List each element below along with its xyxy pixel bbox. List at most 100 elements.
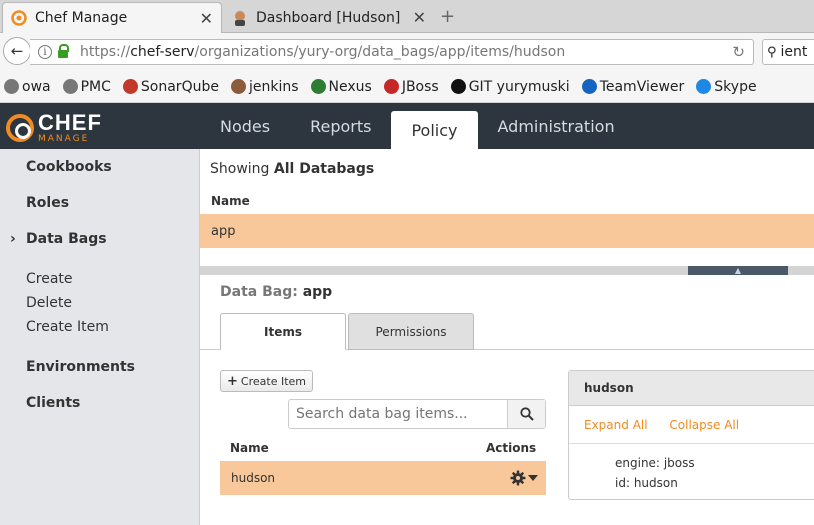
browser-tab-strip: Chef Manage ✕ Dashboard [Hudson] ✕ + [0, 0, 814, 33]
bookmark-item[interactable]: jenkins [230, 78, 299, 95]
nav-administration[interactable]: Administration [478, 103, 635, 149]
search-button[interactable] [507, 400, 545, 428]
showing-label: Showing All Databags [210, 161, 375, 177]
bookmark-label: SonarQube [140, 78, 219, 95]
sidebar-item-clients[interactable]: Clients [26, 395, 80, 411]
actions-menu[interactable] [510, 470, 538, 486]
browser-tab-chef-manage[interactable]: Chef Manage ✕ [2, 2, 222, 33]
item-detail-title: hudson [569, 371, 814, 406]
person-icon [122, 79, 138, 94]
bookmark-label: Nexus [328, 78, 372, 95]
info-icon[interactable]: i [38, 45, 52, 59]
tab-title: Dashboard [Hudson] [256, 9, 401, 26]
bookmark-item[interactable]: GIT yurymuski [450, 78, 570, 95]
address-bar[interactable]: i https://chef-serv/organizations/yury-o… [30, 39, 754, 65]
globe-icon [62, 79, 78, 94]
create-item-label: Create Item [240, 374, 306, 388]
bookmark-label: TeamViewer [599, 78, 685, 95]
bookmark-label: jenkins [248, 78, 299, 95]
sidebar-item-data-bags[interactable]: › Data Bags [10, 231, 107, 247]
bookmark-item[interactable]: SonarQube [122, 78, 219, 95]
chef-favicon-icon [11, 10, 27, 26]
logo-subtext: MANAGE [38, 134, 90, 144]
search-icon [519, 407, 534, 421]
chef-header: CHEF MANAGE Nodes Reports Policy Adminis… [0, 103, 814, 149]
item-search [288, 399, 546, 429]
gear-icon [510, 470, 526, 486]
bookmark-label: GIT yurymuski [468, 78, 570, 95]
expand-collapse-links: Expand All Collapse All [584, 418, 757, 432]
pane-splitter[interactable]: ▲ [200, 266, 814, 275]
bookmarks-toolbar: owa PMC SonarQube jenkins Nexus JBoss GIT yury… [0, 71, 814, 103]
teamviewer-icon [581, 79, 597, 94]
sidebar-item-roles[interactable]: Roles [26, 195, 69, 211]
expand-all-link[interactable]: Expand All [584, 418, 648, 432]
tab-title: Chef Manage [35, 10, 128, 26]
close-tab-icon[interactable]: ✕ [200, 9, 213, 28]
nexus-icon [310, 79, 326, 94]
chevron-right-icon: › [10, 231, 16, 247]
databag-title: Data Bag: app [220, 284, 333, 300]
field-engine: engine: jboss [615, 456, 695, 470]
bookmark-label: PMC [80, 78, 111, 95]
bookmark-item[interactable]: PMC [62, 78, 111, 95]
plus-icon: + [227, 373, 238, 389]
bookmark-item[interactable]: Nexus [310, 78, 372, 95]
bookmark-label: JBoss [401, 78, 439, 95]
databag-name: app [211, 223, 236, 239]
bookmark-item[interactable]: Skype [696, 78, 757, 95]
search-icon: ⚲ [767, 44, 777, 60]
jenkins-icon [230, 79, 246, 94]
bookmark-label: owa [22, 78, 51, 95]
main-content: Showing All Databags Name app ▲ Data Bag… [200, 149, 814, 525]
hudson-favicon-icon [235, 10, 245, 26]
sidebar: Cookbooks Roles › Data Bags Create Delet… [0, 149, 200, 525]
bookmark-item[interactable]: JBoss [383, 78, 439, 95]
sidebar-subitem-delete[interactable]: Delete [26, 295, 72, 311]
bookmark-label: Skype [714, 78, 757, 95]
item-name: hudson [231, 471, 276, 485]
globe-icon [4, 79, 19, 94]
chef-manage-logo[interactable]: CHEF MANAGE [6, 112, 102, 144]
browser-search-text: ient [780, 44, 808, 60]
create-item-button[interactable]: + Create Item [220, 370, 313, 392]
items-column-name: Name [230, 441, 269, 455]
browser-search-box[interactable]: ⚲ ient [762, 39, 814, 65]
lock-icon [58, 44, 69, 58]
new-tab-icon[interactable]: + [440, 6, 455, 27]
bookmark-item[interactable]: TeamViewer [581, 78, 685, 95]
jboss-icon [383, 79, 399, 94]
sidebar-item-cookbooks[interactable]: Cookbooks [26, 159, 112, 175]
github-icon [450, 79, 466, 94]
main-nav: Nodes Reports Policy Administration [200, 103, 635, 149]
splitter-handle[interactable]: ▲ [688, 266, 788, 275]
chevron-down-icon [528, 475, 538, 481]
url-text[interactable]: https://chef-serv/organizations/yury-org… [80, 44, 565, 60]
nav-reports[interactable]: Reports [290, 103, 391, 149]
table-row[interactable]: hudson [220, 461, 546, 495]
nav-nodes[interactable]: Nodes [200, 103, 290, 149]
sidebar-subitem-create[interactable]: Create [26, 271, 73, 287]
sidebar-item-label: Data Bags [26, 231, 107, 247]
back-arrow-icon[interactable]: ← [3, 37, 31, 65]
search-input[interactable] [289, 400, 507, 428]
collapse-all-link[interactable]: Collapse All [669, 418, 739, 432]
sidebar-subitem-create-item[interactable]: Create Item [26, 319, 109, 335]
bookmark-item[interactable]: owa [4, 79, 51, 95]
close-tab-icon[interactable]: ✕ [413, 8, 426, 27]
chef-logo-icon [6, 114, 34, 142]
browser-tab-hudson[interactable]: Dashboard [Hudson] ✕ [224, 2, 434, 33]
table-row[interactable]: app [200, 214, 814, 248]
field-id: id: hudson [615, 476, 678, 490]
skype-icon [696, 79, 712, 94]
tab-permissions[interactable]: Permissions [348, 313, 474, 350]
divider [569, 443, 814, 444]
browser-nav-bar: ← i https://chef-serv/organizations/yury… [0, 33, 814, 71]
tab-items[interactable]: Items [220, 313, 346, 350]
reload-icon[interactable]: ↻ [732, 43, 745, 61]
item-detail-panel: hudson Expand All Collapse All engine: j… [568, 370, 814, 500]
nav-policy[interactable]: Policy [391, 111, 478, 149]
sidebar-item-environments[interactable]: Environments [26, 359, 135, 375]
databags-column-name: Name [211, 194, 250, 208]
databag-tabs: Items Permissions [200, 313, 814, 350]
